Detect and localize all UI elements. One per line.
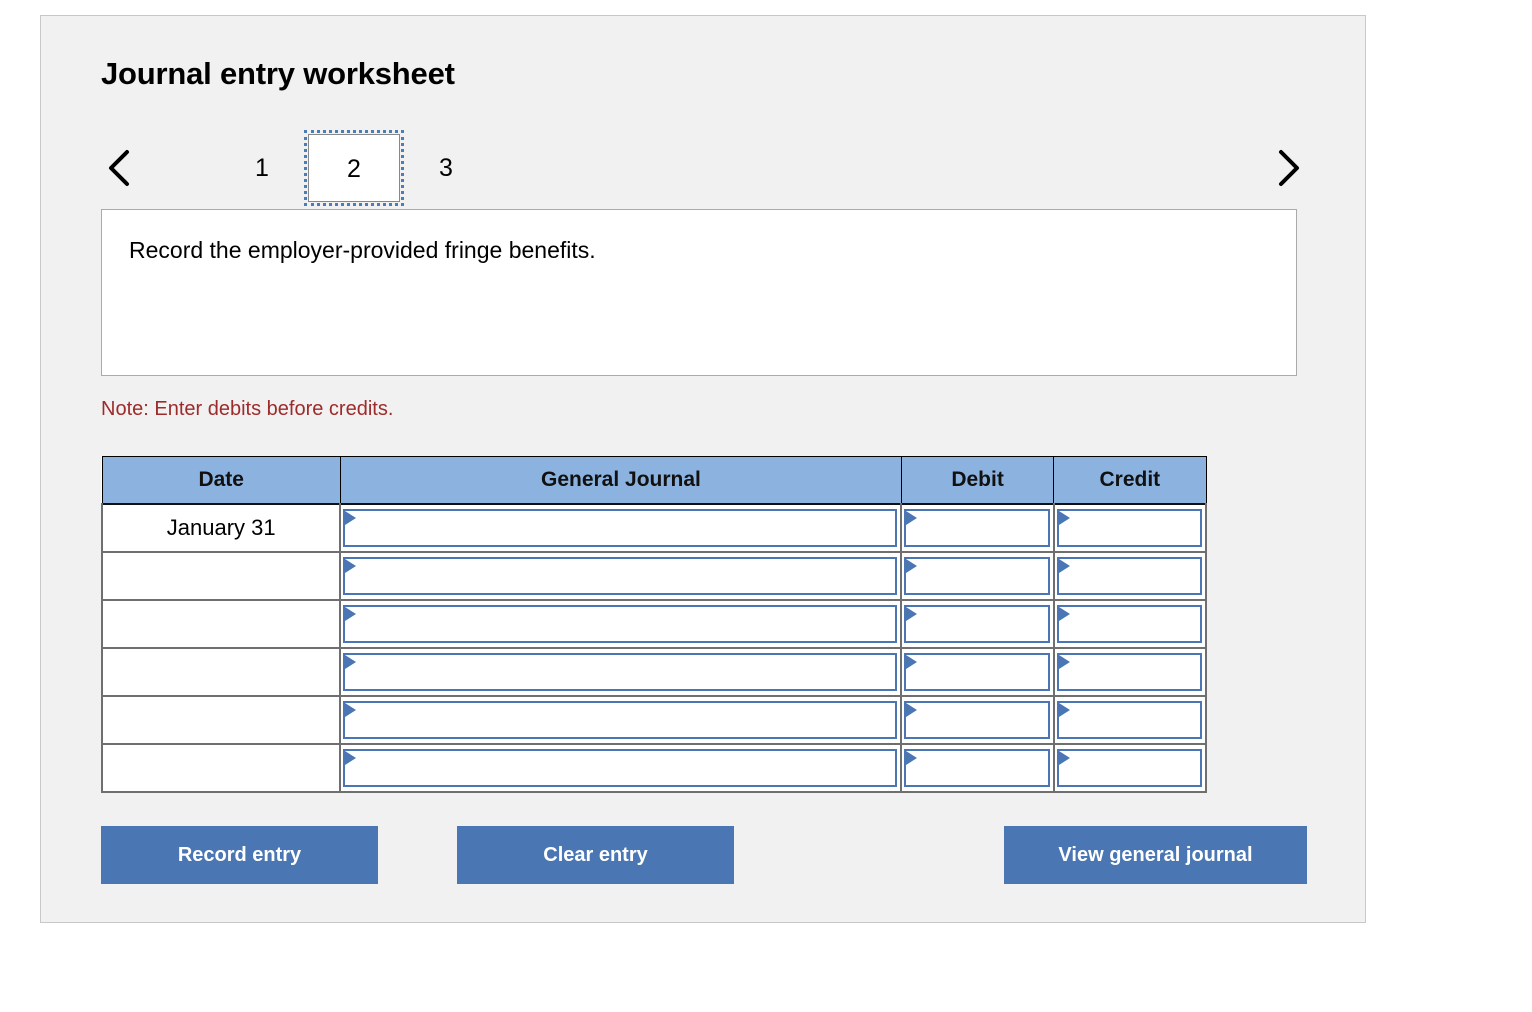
journal-entry-worksheet-panel: Journal entry worksheet 1 2 3 Record the… bbox=[40, 15, 1366, 923]
debit-cell[interactable] bbox=[900, 695, 1055, 744]
debit-cell[interactable] bbox=[900, 599, 1055, 648]
dropdown-triangle-icon bbox=[1058, 702, 1070, 717]
entry-tab-strip: 1 2 3 bbox=[101, 126, 1307, 211]
clear-entry-button[interactable]: Clear entry bbox=[457, 826, 734, 884]
debit-cell[interactable] bbox=[900, 551, 1055, 600]
credit-cell[interactable] bbox=[1052, 647, 1208, 696]
general-journal-cell[interactable] bbox=[339, 503, 903, 552]
date-cell[interactable]: January 31 bbox=[100, 503, 342, 552]
dropdown-triangle-icon bbox=[1058, 606, 1070, 621]
debits-before-credits-note: Note: Enter debits before credits. bbox=[101, 398, 394, 420]
dropdown-triangle-icon bbox=[1058, 750, 1070, 765]
record-entry-button[interactable]: Record entry bbox=[101, 826, 378, 884]
column-header-credit: Credit bbox=[1053, 456, 1207, 505]
table-row: January 31 bbox=[100, 503, 1208, 552]
debit-input[interactable] bbox=[904, 652, 1050, 691]
general-journal-cell[interactable] bbox=[339, 743, 903, 793]
column-header-debit: Debit bbox=[900, 456, 1055, 505]
tab-entry-3[interactable]: 3 bbox=[400, 134, 492, 202]
date-cell[interactable] bbox=[100, 647, 342, 696]
table-row bbox=[100, 599, 1208, 648]
credit-input[interactable] bbox=[1056, 652, 1202, 691]
credit-input[interactable] bbox=[1056, 508, 1202, 547]
credit-input[interactable] bbox=[1056, 556, 1202, 595]
table-row bbox=[100, 647, 1208, 696]
debit-input[interactable] bbox=[904, 700, 1050, 739]
credit-cell[interactable] bbox=[1052, 743, 1208, 793]
dropdown-triangle-icon bbox=[345, 606, 357, 621]
dropdown-triangle-icon bbox=[906, 702, 918, 717]
credit-cell[interactable] bbox=[1052, 503, 1208, 552]
table-header-row: Date General Journal Debit Credit bbox=[101, 456, 1207, 505]
credit-cell[interactable] bbox=[1052, 599, 1208, 648]
date-cell[interactable] bbox=[100, 599, 342, 648]
general-journal-cell[interactable] bbox=[339, 647, 903, 696]
column-header-date: Date bbox=[101, 456, 341, 505]
dropdown-triangle-icon bbox=[1058, 510, 1070, 525]
dropdown-triangle-icon bbox=[345, 750, 357, 765]
page-title: Journal entry worksheet bbox=[101, 56, 455, 91]
view-general-journal-button[interactable]: View general journal bbox=[1004, 826, 1307, 884]
column-header-general-journal: General Journal bbox=[339, 456, 902, 505]
dropdown-triangle-icon bbox=[345, 654, 357, 669]
dropdown-triangle-icon bbox=[1058, 558, 1070, 573]
dropdown-triangle-icon bbox=[345, 510, 357, 525]
journal-entry-table: Date General Journal Debit Credit Januar… bbox=[100, 456, 1208, 793]
general-journal-cell[interactable] bbox=[339, 599, 903, 648]
general-journal-input[interactable] bbox=[343, 556, 898, 595]
tab-entry-2[interactable]: 2 bbox=[304, 130, 404, 206]
credit-input[interactable] bbox=[1056, 700, 1202, 739]
chevron-right-icon[interactable] bbox=[1267, 144, 1307, 192]
dropdown-triangle-icon bbox=[345, 558, 357, 573]
entry-description-text: Record the employer-provided fringe bene… bbox=[129, 237, 596, 263]
credit-input[interactable] bbox=[1056, 748, 1202, 787]
general-journal-input[interactable] bbox=[343, 508, 898, 547]
general-journal-cell[interactable] bbox=[339, 695, 903, 744]
credit-cell[interactable] bbox=[1052, 695, 1208, 744]
debit-cell[interactable] bbox=[900, 647, 1055, 696]
date-cell[interactable] bbox=[100, 743, 342, 793]
debit-cell[interactable] bbox=[900, 503, 1055, 552]
general-journal-input[interactable] bbox=[343, 604, 898, 643]
debit-input[interactable] bbox=[904, 748, 1050, 787]
dropdown-triangle-icon bbox=[906, 654, 918, 669]
table-row bbox=[100, 551, 1208, 600]
general-journal-input[interactable] bbox=[343, 700, 898, 739]
debit-cell[interactable] bbox=[900, 743, 1055, 793]
table-row bbox=[100, 743, 1208, 793]
credit-input[interactable] bbox=[1056, 604, 1202, 643]
general-journal-input[interactable] bbox=[343, 652, 898, 691]
dropdown-triangle-icon bbox=[906, 606, 918, 621]
date-cell[interactable] bbox=[100, 551, 342, 600]
dropdown-triangle-icon bbox=[345, 702, 357, 717]
date-cell[interactable] bbox=[100, 695, 342, 744]
entry-description-box: Record the employer-provided fringe bene… bbox=[101, 209, 1297, 376]
dropdown-triangle-icon bbox=[906, 750, 918, 765]
debit-input[interactable] bbox=[904, 604, 1050, 643]
table-row bbox=[100, 695, 1208, 744]
debit-input[interactable] bbox=[904, 556, 1050, 595]
dropdown-triangle-icon bbox=[906, 510, 918, 525]
general-journal-cell[interactable] bbox=[339, 551, 903, 600]
general-journal-input[interactable] bbox=[343, 748, 898, 787]
credit-cell[interactable] bbox=[1052, 551, 1208, 600]
tab-entry-1[interactable]: 1 bbox=[216, 134, 308, 202]
dropdown-triangle-icon bbox=[906, 558, 918, 573]
debit-input[interactable] bbox=[904, 508, 1050, 547]
chevron-left-icon[interactable] bbox=[101, 144, 141, 192]
dropdown-triangle-icon bbox=[1058, 654, 1070, 669]
